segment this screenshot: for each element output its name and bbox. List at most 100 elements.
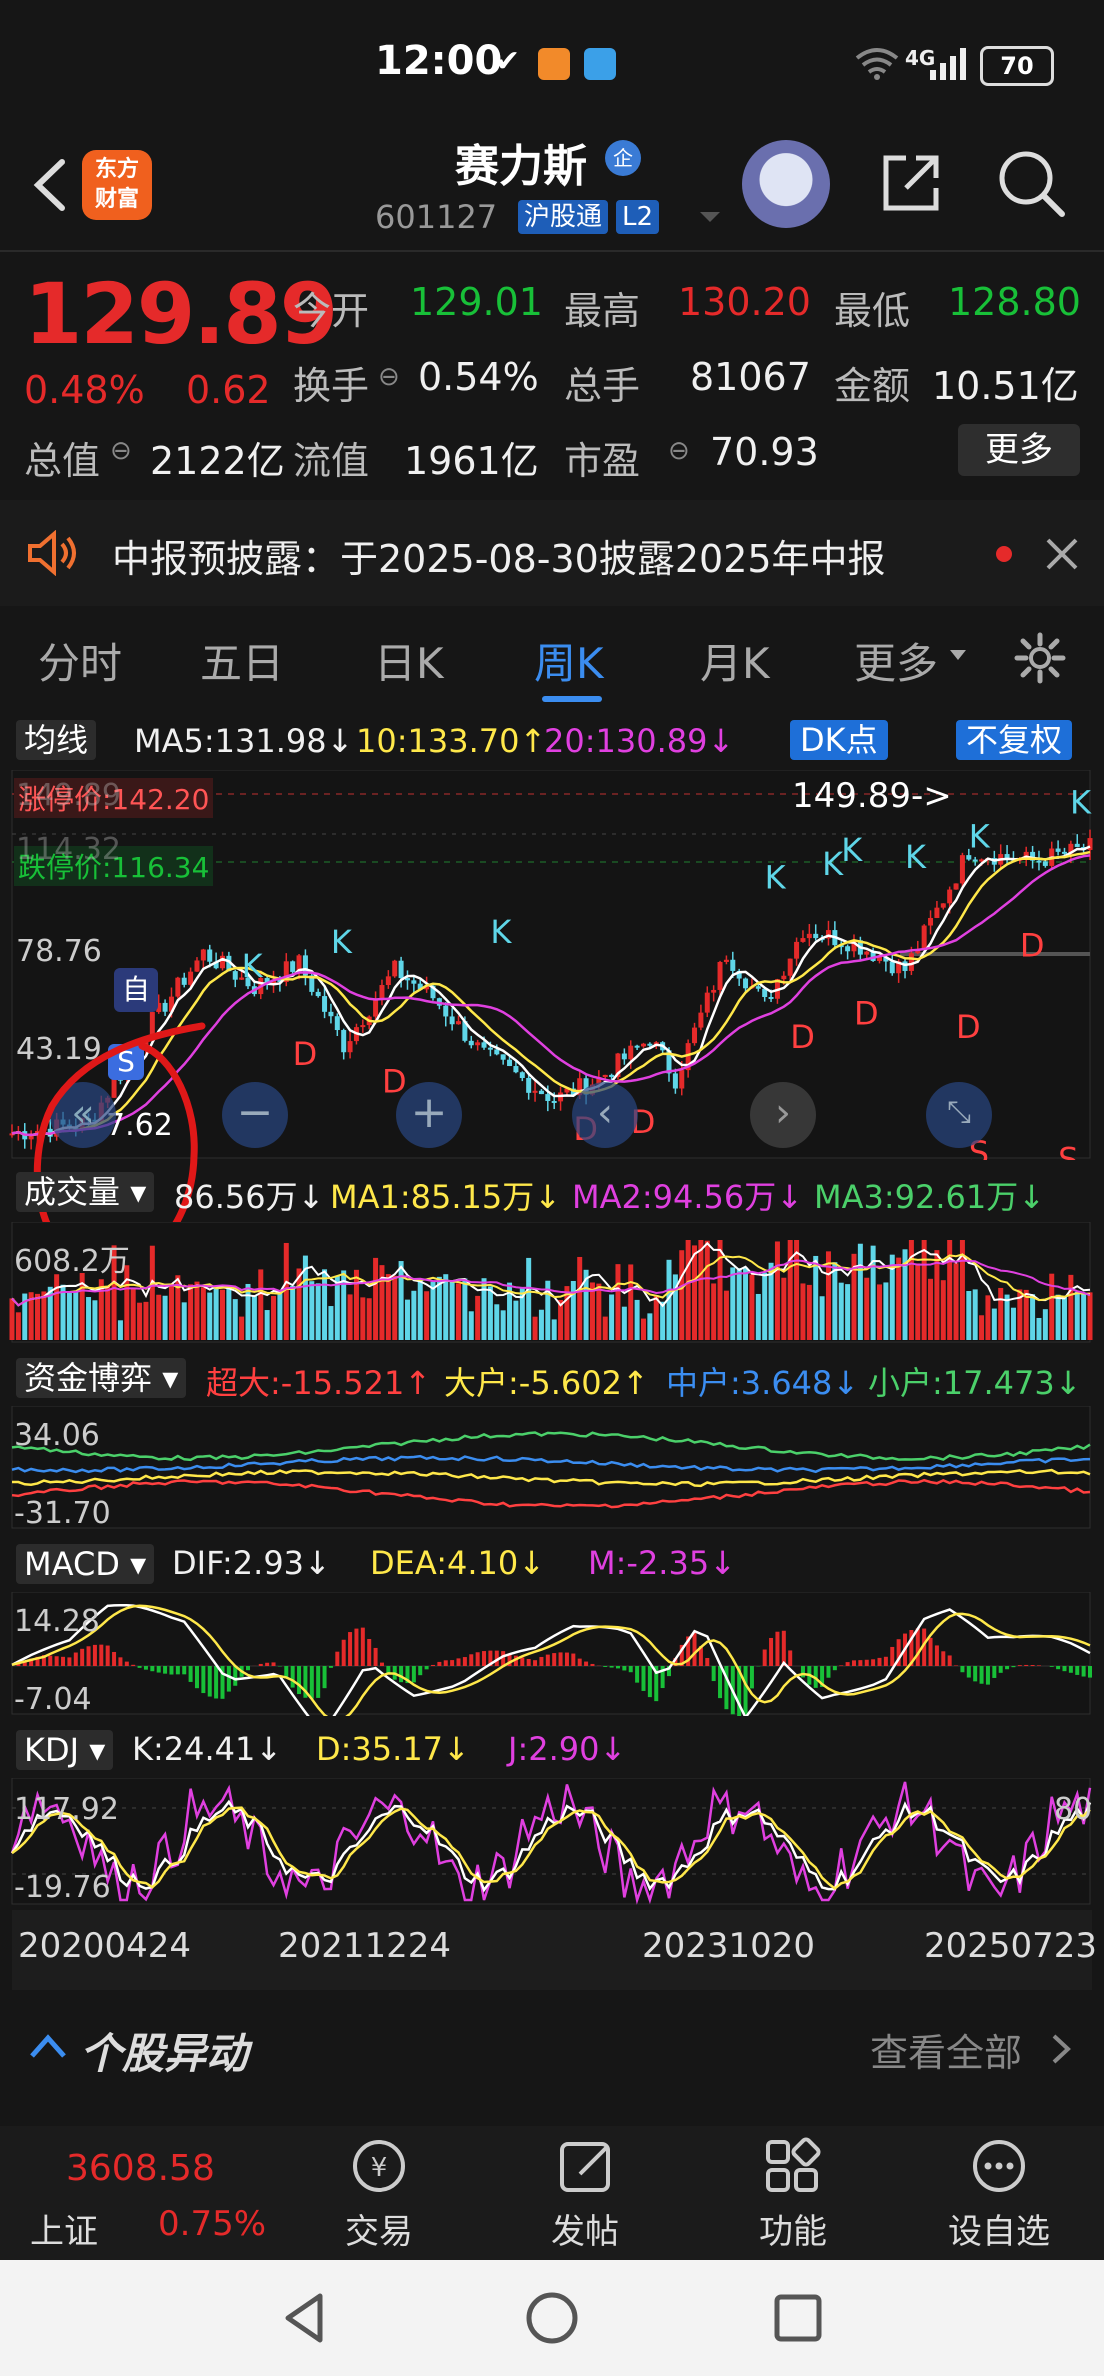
turnover-value: 0.54% <box>418 355 539 399</box>
tab-more[interactable]: 更多 <box>854 630 938 691</box>
unread-dot <box>996 546 1012 562</box>
grid-icon[interactable] <box>758 2136 828 2196</box>
home-nav-icon[interactable] <box>524 2290 580 2346</box>
search-icon[interactable] <box>996 148 1068 220</box>
volume-axis-top: 608.2万 <box>14 1244 130 1279</box>
info-icon[interactable]: ⊖ <box>378 362 400 392</box>
tab-five-day[interactable]: 五日 <box>200 630 284 691</box>
svg-text:D: D <box>854 994 879 1032</box>
nav-functions[interactable]: 功能 <box>734 2204 852 2253</box>
svg-text:¥: ¥ <box>371 2153 388 2183</box>
ma20-value: 20:130.89↓ <box>544 722 735 760</box>
index-name[interactable]: 上证 <box>30 2204 98 2253</box>
macd-chart[interactable] <box>0 1592 1104 1716</box>
index-pct: 0.75% <box>158 2204 267 2244</box>
kdj-axis-right: 80 <box>1054 1792 1093 1827</box>
kdj-axis-bottom: -19.76 <box>14 1870 111 1905</box>
gear-icon[interactable] <box>1014 632 1066 684</box>
max-price-marker: 149.89-> <box>792 776 952 816</box>
info-icon[interactable]: ⊖ <box>668 436 690 466</box>
date-label: 20231020 <box>642 1926 816 1966</box>
date-label: 20211224 <box>278 1926 452 1966</box>
chevron-right-icon[interactable] <box>1050 2032 1074 2066</box>
macd-selector[interactable]: MACD ▾ <box>16 1544 155 1584</box>
fund-large: 大户:-5.602↑ <box>444 1364 649 1402</box>
fund-small: 小户:17.473↓ <box>868 1364 1082 1402</box>
ma-selector[interactable]: 均线 <box>16 720 97 760</box>
tab-monthly-k[interactable]: 月K <box>700 630 770 691</box>
adjust-button[interactable]: 不复权 <box>956 720 1073 760</box>
low-value: 128.80 <box>948 280 1081 324</box>
prev-button[interactable]: ‹ <box>572 1082 638 1148</box>
date-label: 20250723 <box>924 1926 1098 1966</box>
volume-ma3: MA3:92.61万↓ <box>814 1178 1046 1216</box>
back-icon[interactable] <box>24 150 74 220</box>
float-label: 流值 <box>293 439 370 483</box>
more-button[interactable]: 更多 <box>958 424 1080 476</box>
svg-text:K: K <box>765 858 787 896</box>
chevron-down-icon <box>950 650 966 660</box>
status-time: 12:00 <box>375 38 503 84</box>
chevron-up-icon[interactable] <box>28 2032 68 2060</box>
dropdown-arrow-icon[interactable] <box>698 210 722 226</box>
svg-text:K: K <box>905 838 927 876</box>
volume-selector-label: 成交量 <box>24 1173 121 1211</box>
tab-weekly-k[interactable]: 周K <box>534 630 604 691</box>
axis-78: 78.76 <box>16 934 102 969</box>
tab-timeshare[interactable]: 分时 <box>38 630 122 691</box>
kdj-axis-top: 117.92 <box>14 1792 119 1827</box>
macd-selector-label: MACD <box>24 1545 120 1583</box>
hgt-tag: 沪股通 <box>518 200 609 234</box>
tab-daily-k[interactable]: 日K <box>374 630 444 691</box>
change-percent: 0.48% <box>24 368 145 412</box>
app-notification-icon <box>538 48 570 80</box>
see-all-link[interactable]: 查看全部 <box>870 2022 1022 2077</box>
ma10-value: 10:133.70↑ <box>356 722 547 760</box>
kdj-selector-label: KDJ <box>24 1731 80 1769</box>
fund-chart[interactable] <box>0 1406 1104 1530</box>
amount-label: 金额 <box>834 364 911 408</box>
index-value[interactable]: 3608.58 <box>66 2148 215 2189</box>
back-nav-icon[interactable] <box>280 2290 330 2346</box>
fund-selector[interactable]: 资金博弈 ▾ <box>16 1358 187 1398</box>
assistant-robot-icon[interactable] <box>742 140 830 228</box>
ma5-value: MA5:131.98↓ <box>134 722 354 760</box>
self-select-badge[interactable]: 自 <box>114 968 158 1012</box>
volume-selector[interactable]: 成交量 ▾ <box>16 1172 155 1212</box>
nav-watchlist[interactable]: 设自选 <box>940 2204 1058 2253</box>
pe-label: 市盈 <box>564 439 641 483</box>
nav-trade[interactable]: 交易 <box>320 2204 438 2253</box>
more-dots-icon[interactable] <box>964 2136 1034 2196</box>
info-icon[interactable]: ⊖ <box>110 436 132 466</box>
signal-icon <box>930 48 966 80</box>
svg-text:K: K <box>331 923 353 961</box>
high-value: 130.20 <box>678 280 811 324</box>
nav-post[interactable]: 发帖 <box>526 2204 644 2253</box>
notice-text: 中报预披露：于2025-08-30披露2025年中报 <box>112 537 886 581</box>
kdj-selector[interactable]: KDJ ▾ <box>16 1730 114 1770</box>
dk-point-button[interactable]: DK点 <box>790 720 888 760</box>
zoom-out-button[interactable]: − <box>222 1082 288 1148</box>
logo-text-1: 东方 <box>94 157 139 182</box>
share-icon[interactable] <box>876 148 946 218</box>
date-label: 20200424 <box>18 1926 192 1966</box>
svg-text:K: K <box>969 818 991 856</box>
svg-text:K: K <box>841 831 863 869</box>
volume-chart[interactable] <box>0 1222 1104 1344</box>
notification-icon: ✔ <box>495 44 521 79</box>
trade-icon[interactable]: ¥ <box>344 2136 414 2196</box>
recents-nav-icon[interactable] <box>772 2292 824 2344</box>
svg-text:S: S <box>1058 1141 1078 1160</box>
enterprise-badge: 企 <box>605 140 641 176</box>
kdj-chart[interactable] <box>0 1778 1104 1906</box>
battery-indicator: 70 <box>980 46 1054 86</box>
kdj-j: J:2.90↓ <box>508 1730 627 1768</box>
close-icon[interactable] <box>1042 534 1082 574</box>
mktcap-value: 2122亿 <box>150 439 285 483</box>
fullscreen-button[interactable]: ⤡ <box>926 1082 992 1148</box>
next-button[interactable]: › <box>750 1082 816 1148</box>
zoom-in-button[interactable]: + <box>396 1082 462 1148</box>
speaker-icon <box>28 530 76 576</box>
macd-dif: DIF:2.93↓ <box>172 1544 331 1582</box>
edit-icon[interactable] <box>552 2136 622 2196</box>
